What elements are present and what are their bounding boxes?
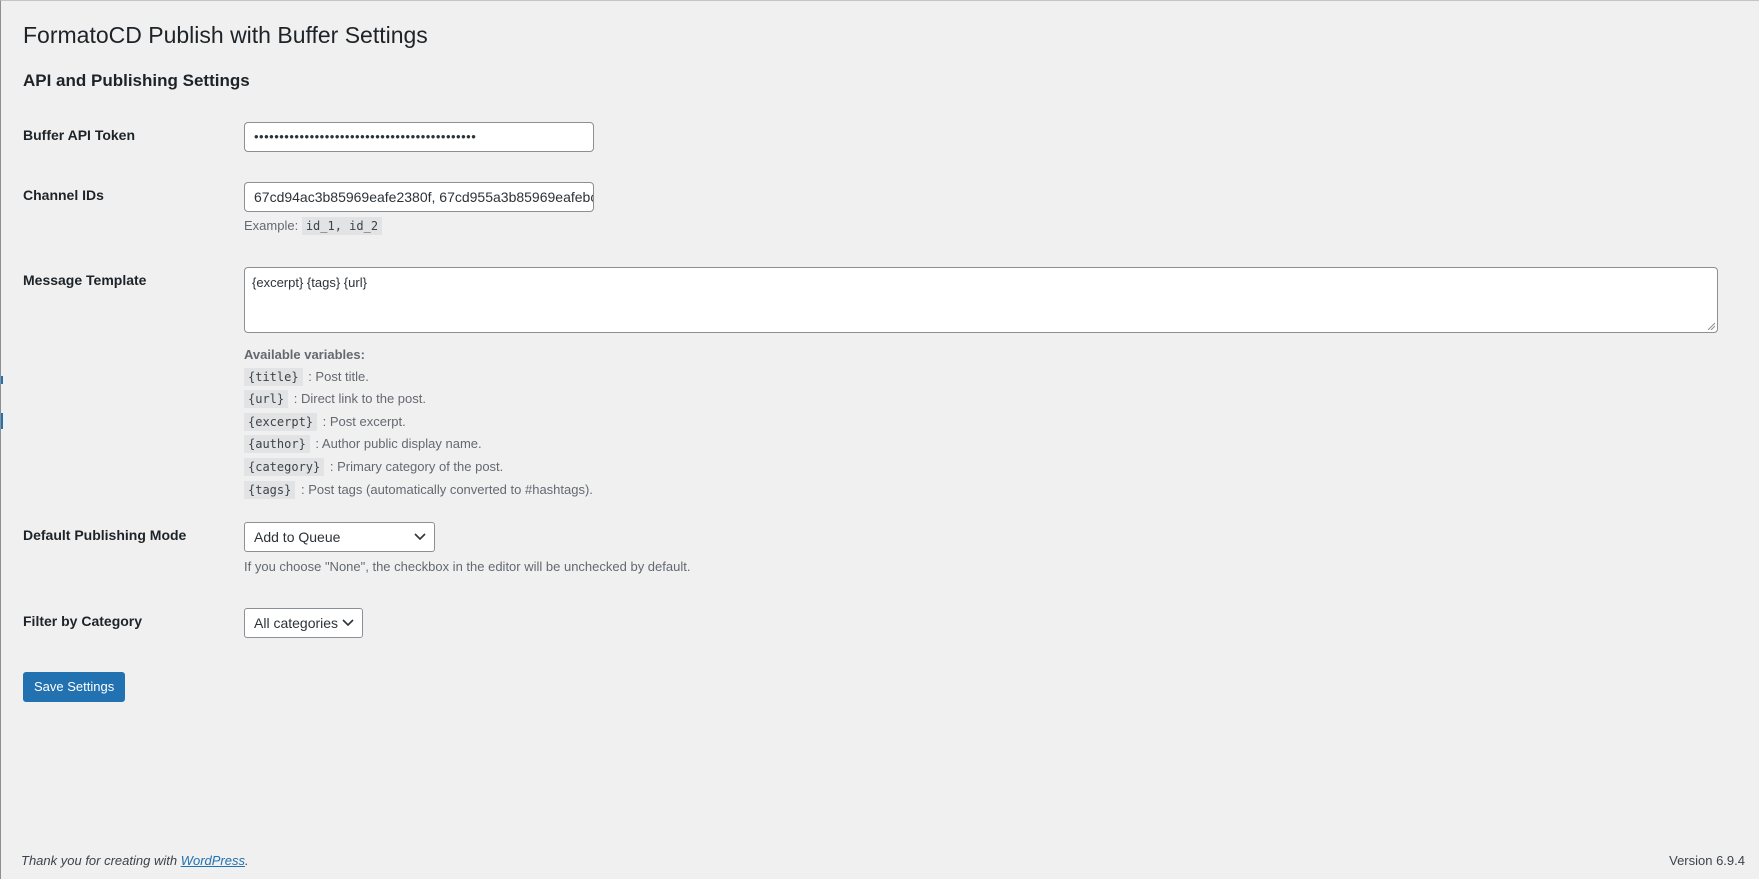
chevron-down-icon bbox=[414, 533, 426, 541]
page-title: FormatoCD Publish with Buffer Settings bbox=[23, 22, 428, 48]
variable-code: {excerpt} bbox=[244, 412, 318, 431]
variable-desc: : Primary category of the post. bbox=[329, 458, 504, 474]
footer-thanks-prefix: Thank you for creating with bbox=[21, 853, 181, 868]
message-template-value: {excerpt} {tags} {url} bbox=[252, 275, 367, 290]
available-variables: Available variables: {title} : Post titl… bbox=[244, 344, 593, 501]
footer-thanks: Thank you for creating with WordPress. bbox=[21, 853, 249, 868]
message-template-textarea[interactable]: {excerpt} {tags} {url} bbox=[244, 267, 1718, 333]
variable-item: {tags} : Post tags (automatically conver… bbox=[244, 479, 593, 502]
variable-desc: : Post tags (automatically converted to … bbox=[300, 481, 593, 497]
category-filter-select[interactable]: All categories bbox=[244, 608, 363, 638]
footer-thanks-suffix: . bbox=[245, 853, 249, 868]
admin-menu-edge bbox=[1, 376, 3, 384]
variable-item: {url} : Direct link to the post. bbox=[244, 388, 593, 411]
variable-code: {category} bbox=[244, 457, 325, 476]
variable-desc: : Author public display name. bbox=[315, 436, 482, 452]
save-settings-button[interactable]: Save Settings bbox=[23, 672, 126, 702]
variables-heading: Available variables: bbox=[244, 347, 365, 362]
message-template-label: Message Template bbox=[23, 272, 147, 288]
variable-code: {title} bbox=[244, 367, 303, 386]
example-code: id_1, id_2 bbox=[301, 217, 383, 235]
section-title: API and Publishing Settings bbox=[23, 71, 250, 90]
variable-desc: : Post title. bbox=[308, 368, 369, 384]
wordpress-link[interactable]: WordPress bbox=[181, 853, 245, 868]
category-filter-label: Filter by Category bbox=[23, 613, 143, 629]
publishing-mode-label: Default Publishing Mode bbox=[23, 527, 187, 543]
variable-item: {title} : Post title. bbox=[244, 366, 593, 389]
channel-ids-input[interactable]: 67cd94ac3b85969eafe2380f, 67cd955a3b8596… bbox=[244, 182, 594, 212]
variable-item: {author} : Author public display name. bbox=[244, 433, 593, 456]
variable-code: {author} bbox=[244, 435, 310, 454]
variable-desc: : Direct link to the post. bbox=[293, 391, 426, 407]
variable-code: {tags} bbox=[244, 480, 296, 499]
publishing-mode-value: Add to Queue bbox=[254, 529, 341, 545]
admin-menu-edge bbox=[1, 413, 3, 429]
publishing-mode-select[interactable]: Add to Queue bbox=[244, 522, 435, 552]
chevron-down-icon bbox=[342, 619, 354, 627]
example-prefix: Example: bbox=[244, 218, 299, 233]
footer-version: Version 6.9.4 bbox=[1669, 853, 1745, 868]
api-token-label: Buffer API Token bbox=[23, 127, 136, 143]
resize-grip-icon[interactable] bbox=[1707, 322, 1715, 330]
variable-desc: : Post excerpt. bbox=[322, 413, 406, 429]
variable-item: {excerpt} : Post excerpt. bbox=[244, 411, 593, 434]
api-token-input[interactable]: ••••••••••••••••••••••••••••••••••••••••… bbox=[244, 122, 594, 152]
variable-code: {url} bbox=[244, 390, 289, 409]
settings-page: FormatoCD Publish with Buffer Settings A… bbox=[0, 0, 1759, 879]
channel-ids-label: Channel IDs bbox=[23, 187, 104, 203]
publishing-mode-description: If you choose "None", the checkbox in th… bbox=[244, 559, 691, 574]
channel-ids-example: Example: id_1, id_2 bbox=[244, 217, 384, 235]
category-filter-value: All categories bbox=[254, 615, 339, 631]
variable-item: {category} : Primary category of the pos… bbox=[244, 456, 593, 479]
